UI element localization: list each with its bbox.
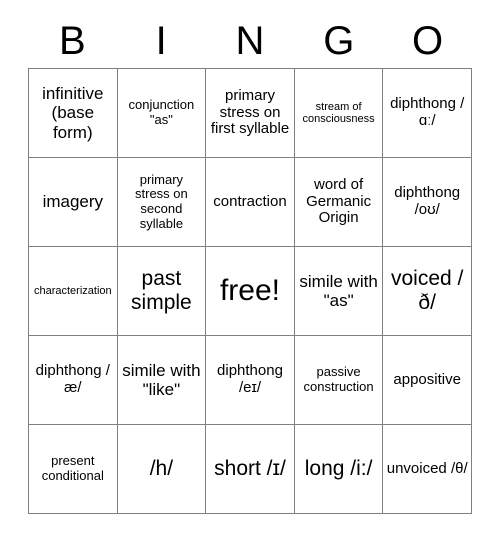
bingo-cell-n4[interactable]: diphthong /eɪ/ [206,336,295,425]
bingo-cell-label: diphthong /eɪ/ [217,362,283,396]
bingo-cell-b5[interactable]: present conditional [29,425,118,514]
bingo-cell-label: passive construction [303,364,374,394]
bingo-cell-b1[interactable]: infinitive (base form) [29,69,118,158]
bingo-cell-n5[interactable]: short /ɪ/ [206,425,295,514]
bingo-cell-g1[interactable]: stream of consciousness [294,69,384,158]
bingo-cell-g5[interactable]: long /i:/ [294,425,384,514]
bingo-cell-label: primary stress on second syllable [135,171,188,231]
bingo-cell-o3[interactable]: voiced /ð/ [383,247,472,336]
bingo-cell-label: unvoiced /θ/ [386,459,468,477]
bingo-free-space-label: free! [219,274,280,308]
bingo-cell-n1[interactable]: primary stress on first syllable [206,69,295,158]
bingo-cell-o1[interactable]: diphthong /ɑː/ [383,69,472,158]
bingo-cell-label: voiced /ð/ [391,267,464,314]
bingo-header-letter-b: B [59,19,86,63]
bingo-cell-i5[interactable]: /h/ [117,425,207,514]
bingo-cell-i3[interactable]: past simple [117,247,207,336]
bingo-cell-label: past simple [131,267,192,314]
bingo-cell-free-space[interactable]: free! [206,247,295,336]
bingo-cell-label: appositive [393,370,461,388]
bingo-cell-i1[interactable]: conjunction "as" [117,69,207,158]
bingo-cell-b3[interactable]: characterization [29,247,118,336]
bingo-cell-label: short /ɪ/ [214,457,286,481]
bingo-cell-label: primary stress on first syllable [210,86,290,138]
bingo-header: B I N G O [28,14,472,68]
bingo-grid: infinitive (base form) conjunction "as" … [28,68,472,514]
bingo-cell-n2[interactable]: contraction [206,158,295,247]
bingo-cell-g4[interactable]: passive construction [294,336,384,425]
bingo-cell-label: word of Germanic Origin [306,175,372,227]
bingo-cell-label: infinitive (base form) [42,84,104,142]
bingo-cell-g3[interactable]: simile with "as" [294,247,384,336]
bingo-cell-i2[interactable]: primary stress on second syllable [117,158,207,247]
bingo-cell-b2[interactable]: imagery [29,158,118,247]
bingo-header-letter-g: G [323,19,355,63]
bingo-cell-label: diphthong /æ/ [35,362,110,396]
bingo-cell-g2[interactable]: word of Germanic Origin [294,158,384,247]
bingo-cell-o4[interactable]: appositive [383,336,472,425]
bingo-cell-label: diphthong /oʊ/ [394,184,461,218]
bingo-cell-label: /h/ [149,457,174,481]
bingo-header-letter-i: I [155,19,167,63]
bingo-cell-label: imagery [42,192,104,212]
bingo-cell-label: contraction [213,192,287,210]
bingo-cell-label: long /i:/ [304,457,373,481]
bingo-cell-o2[interactable]: diphthong /oʊ/ [383,158,472,247]
bingo-cell-label: diphthong /ɑː/ [390,95,465,129]
bingo-cell-b4[interactable]: diphthong /æ/ [29,336,118,425]
bingo-cell-o5[interactable]: unvoiced /θ/ [383,425,472,514]
bingo-cell-label: conjunction "as" [128,97,195,127]
bingo-cell-i4[interactable]: simile with "like" [117,336,207,425]
bingo-cell-label: characterization [33,284,112,297]
bingo-header-letter-n: N [235,19,265,63]
bingo-header-letter-o: O [412,19,444,63]
bingo-cell-label: simile with "as" [299,271,378,310]
bingo-cell-label: stream of consciousness [302,100,375,125]
bingo-card: B I N G O infinitive (base form) conjunc… [0,0,500,544]
bingo-cell-label: present conditional [41,453,104,483]
bingo-cell-label: simile with "like" [122,360,201,399]
